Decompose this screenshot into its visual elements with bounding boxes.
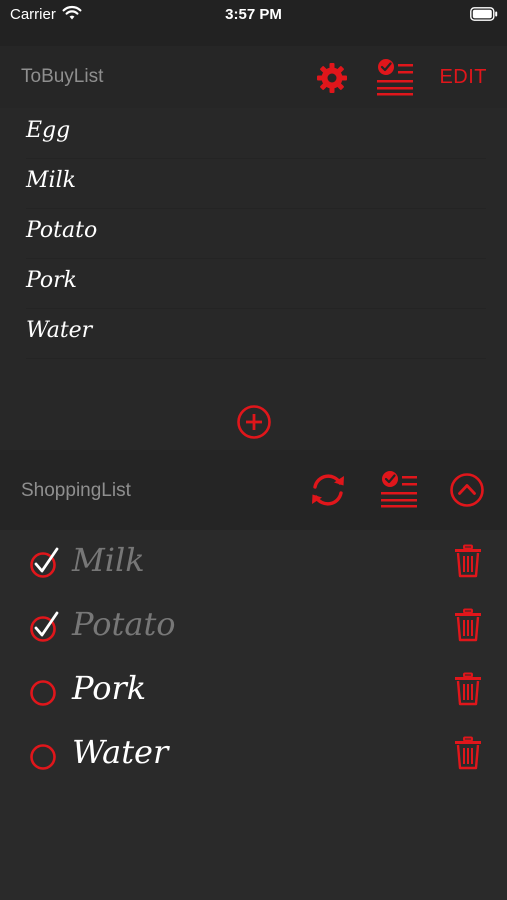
tobuy-header: ToBuyList EDIT: [0, 46, 507, 108]
trash-icon[interactable]: [453, 736, 483, 770]
shopping-title: ShoppingList: [21, 480, 131, 501]
tobuy-item[interactable]: Egg: [26, 108, 486, 159]
chevron-up-circle-icon[interactable]: [449, 472, 485, 508]
shopping-header: ShoppingList: [0, 450, 507, 530]
shopping-item-label: Milk: [72, 541, 145, 579]
tobuy-list: Egg Milk Potato Pork Water: [0, 108, 507, 450]
tobuy-item[interactable]: Potato: [26, 208, 486, 259]
shopping-item-label: Pork: [72, 669, 147, 707]
shopping-list: Milk Potato Pork Water: [0, 530, 507, 900]
gear-icon[interactable]: [316, 62, 348, 94]
checkbox-icon[interactable]: [28, 610, 62, 644]
trash-icon[interactable]: [453, 544, 483, 578]
checklist-icon[interactable]: [376, 58, 414, 96]
edit-button[interactable]: EDIT: [439, 66, 487, 89]
battery-icon: [470, 7, 498, 21]
trash-icon[interactable]: [453, 608, 483, 642]
trash-icon[interactable]: [453, 672, 483, 706]
add-circle-icon[interactable]: [236, 404, 272, 440]
shopping-item-label: Water: [72, 733, 169, 771]
list-item: Water: [0, 722, 507, 784]
checkbox-icon[interactable]: [28, 738, 62, 772]
checkbox-icon[interactable]: [28, 674, 62, 708]
clock: 3:57 PM: [225, 6, 282, 23]
shopping-item-label: Potato: [72, 605, 176, 643]
checklist-icon[interactable]: [380, 470, 418, 508]
tobuy-item[interactable]: Pork: [26, 258, 486, 309]
list-item: Potato: [0, 594, 507, 656]
refresh-icon[interactable]: [307, 470, 349, 510]
tobuy-title: ToBuyList: [21, 66, 104, 87]
list-item: Pork: [0, 658, 507, 720]
status-bar: Carrier 3:57 PM: [0, 0, 507, 46]
list-item: Milk: [0, 530, 507, 592]
tobuy-item[interactable]: Water: [26, 308, 486, 359]
tobuy-item[interactable]: Milk: [26, 158, 486, 209]
checkbox-icon[interactable]: [28, 546, 62, 580]
